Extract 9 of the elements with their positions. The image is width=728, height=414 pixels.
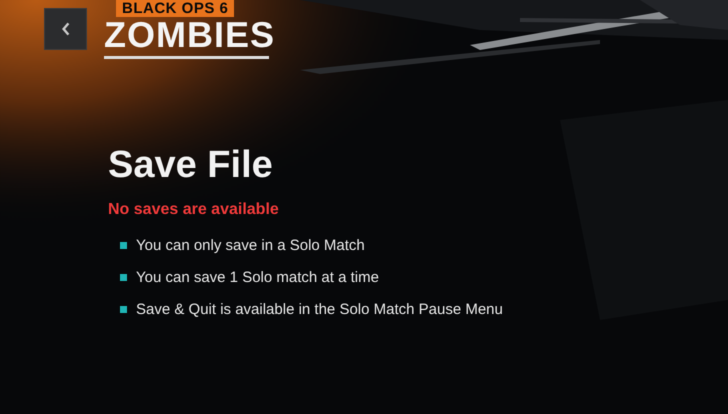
- note-text: You can save 1 Solo match at a time: [136, 268, 379, 286]
- page-title: Save File: [108, 143, 274, 187]
- back-button[interactable]: [44, 8, 87, 50]
- logo-text: ZOMBIES: [104, 17, 276, 53]
- note-text: You can only save in a Solo Match: [136, 236, 365, 254]
- status-message: No saves are available: [108, 200, 280, 220]
- note-text: Save & Quit is available in the Solo Match Pause Menu: [136, 300, 503, 318]
- logo-top-text: BLACK OPS 6: [116, 0, 234, 17]
- chevron-left-icon: [62, 22, 70, 36]
